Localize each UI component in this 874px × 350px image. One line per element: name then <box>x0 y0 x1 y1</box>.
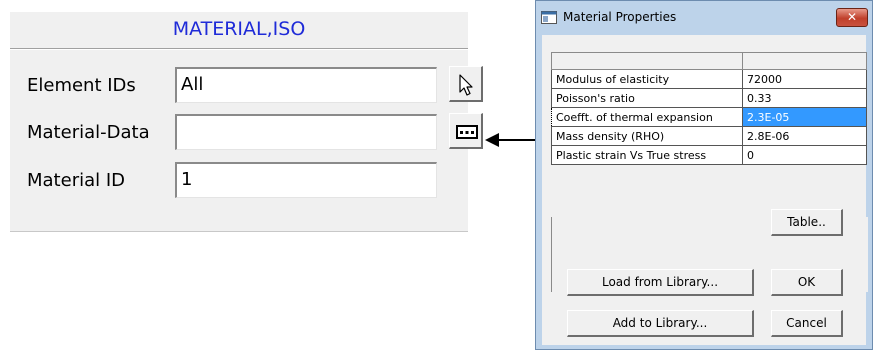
ellipsis-icon <box>456 125 478 139</box>
property-value[interactable]: 2.8E-06 <box>742 126 867 146</box>
dialog-title: Material Properties <box>563 10 677 24</box>
dialog-client-area: Modulus of elasticity 72000 Poisson's ra… <box>542 35 868 345</box>
property-name: Modulus of elasticity <box>551 69 743 89</box>
table-header-cell <box>551 52 743 70</box>
panel-title: MATERIAL,ISO <box>172 18 306 40</box>
material-properties-dialog: Material Properties ✕ Modulus of elastic… <box>535 0 873 350</box>
pointer-arrow-icon <box>459 74 473 96</box>
window-app-icon <box>541 11 557 24</box>
panel-bottom-border <box>10 231 468 232</box>
material-iso-panel: MATERIAL,ISO Element IDs All Material-Da… <box>10 12 483 232</box>
property-name: Mass density (RHO) <box>551 126 743 146</box>
element-ids-input[interactable]: All <box>175 67 437 103</box>
ok-button[interactable]: OK <box>771 269 843 296</box>
property-value[interactable]: 0.33 <box>742 88 867 108</box>
table-row[interactable]: Coefft. of thermal expansion 2.3E-05 <box>551 107 867 127</box>
material-data-label: Material-Data <box>27 122 150 143</box>
element-ids-label: Element IDs <box>27 75 136 96</box>
add-to-library-button[interactable]: Add to Library... <box>567 310 754 337</box>
property-name: Coefft. of thermal expansion <box>551 107 743 127</box>
material-data-input[interactable] <box>175 114 437 150</box>
material-data-browse-button[interactable] <box>449 113 483 149</box>
connector-arrow-icon <box>485 133 535 147</box>
property-name: Plastic strain Vs True stress <box>551 145 743 165</box>
material-id-input[interactable]: 1 <box>175 162 437 198</box>
table-header-row <box>551 52 867 70</box>
property-value[interactable]: 0 <box>742 145 867 165</box>
dialog-titlebar[interactable]: Material Properties ✕ <box>536 1 872 35</box>
title-divider <box>10 48 468 50</box>
table-row[interactable]: Mass density (RHO) 2.8E-06 <box>551 126 867 146</box>
table-button[interactable]: Table.. <box>771 209 843 236</box>
table-row[interactable]: Poisson's ratio 0.33 <box>551 88 867 108</box>
property-value[interactable]: 72000 <box>742 69 867 89</box>
material-id-label: Material ID <box>27 170 126 191</box>
property-value-selected[interactable]: 2.3E-05 <box>742 107 867 127</box>
properties-table: Modulus of elasticity 72000 Poisson's ra… <box>551 52 867 165</box>
cancel-button[interactable]: Cancel <box>771 310 843 337</box>
table-header-cell <box>742 52 867 70</box>
property-name: Poisson's ratio <box>551 88 743 108</box>
table-row[interactable]: Plastic strain Vs True stress 0 <box>551 145 867 165</box>
load-from-library-button[interactable]: Load from Library... <box>567 269 754 296</box>
close-button[interactable]: ✕ <box>836 8 868 27</box>
select-elements-button[interactable] <box>449 66 483 102</box>
table-row[interactable]: Modulus of elasticity 72000 <box>551 69 867 89</box>
